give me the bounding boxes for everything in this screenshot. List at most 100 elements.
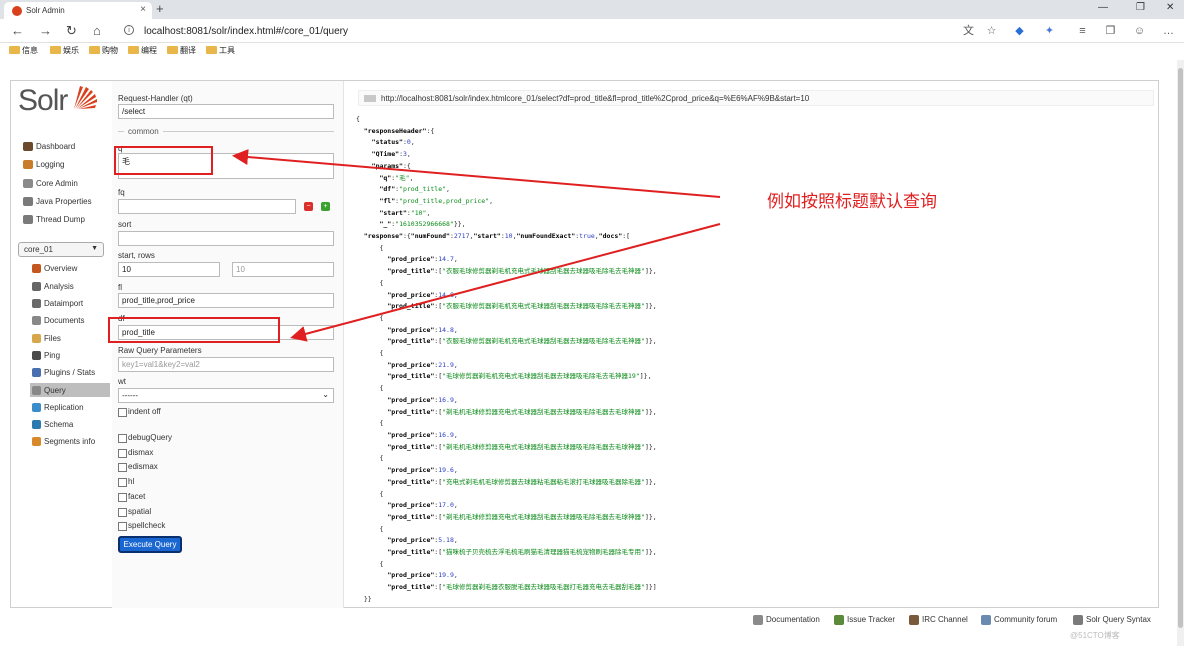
scrollbar-thumb[interactable]: [1178, 68, 1183, 628]
maximize-button[interactable]: ❐: [1136, 2, 1145, 13]
solr-favicon-icon: [12, 6, 22, 16]
bookmark-folder[interactable]: 编程: [128, 45, 157, 56]
hl-checkbox[interactable]: hl: [118, 477, 134, 487]
footer-link-solr-query-syntax[interactable]: Solr Query Syntax: [1073, 615, 1151, 625]
bookmark-folder[interactable]: 购物: [89, 45, 118, 56]
core-selector-value: core_01: [24, 245, 53, 254]
core-item-documents[interactable]: Documents: [30, 316, 110, 325]
execute-query-button[interactable]: Execute Query: [118, 536, 182, 553]
core-item-ping[interactable]: Ping: [30, 351, 110, 360]
page-scrollbar[interactable]: [1177, 60, 1184, 646]
core-item-label: Ping: [44, 351, 61, 360]
fl-input[interactable]: prod_title,prod_price: [118, 293, 334, 308]
footer-link-documentation[interactable]: Documentation: [753, 615, 820, 625]
reload-button[interactable]: ↻: [66, 23, 77, 39]
fq-label: fq: [118, 188, 125, 197]
indent-off-checkbox[interactable]: indent off: [118, 407, 161, 417]
folder-icon: [128, 46, 139, 54]
profile-icon[interactable]: ☺: [1133, 25, 1146, 38]
core-item-files[interactable]: Files: [30, 334, 110, 343]
sidebar-item-label: Java Properties: [36, 197, 92, 206]
extension-bird-icon[interactable]: ✦: [1043, 25, 1056, 38]
favorite-star-icon[interactable]: ☆: [985, 25, 998, 38]
core-item-query[interactable]: Query: [30, 383, 110, 397]
home-button[interactable]: ⌂: [93, 23, 101, 38]
java-icon: [23, 197, 33, 206]
ping-icon: [32, 351, 41, 360]
site-info-icon[interactable]: i: [124, 25, 134, 35]
core-item-overview[interactable]: Overview: [30, 264, 110, 273]
core-item-label: Documents: [44, 316, 85, 325]
sort-input[interactable]: [118, 231, 334, 246]
bookmarks-bar: 信息 娱乐 购物 编程 翻译 工具: [0, 43, 1184, 60]
dataimport-icon: [32, 299, 41, 308]
raw-query-input[interactable]: key1=val1&key2=val2: [118, 357, 334, 372]
facet-checkbox[interactable]: facet: [118, 492, 145, 502]
footer-link-label: Issue Tracker: [847, 615, 896, 624]
footer-link-label: IRC Channel: [922, 615, 968, 624]
wt-select[interactable]: ------ ⌄: [118, 388, 334, 403]
core-item-analysis[interactable]: Analysis: [30, 282, 110, 291]
core-item-dataimport[interactable]: Dataimport: [30, 299, 110, 308]
request-url-link[interactable]: http://localhost:8081/solr/index.htmlcor…: [358, 90, 1154, 106]
spellcheck-checkbox[interactable]: spellcheck: [118, 521, 165, 531]
dismax-checkbox[interactable]: dismax: [118, 448, 153, 458]
bookmark-folder[interactable]: 工具: [206, 45, 235, 56]
address-bar[interactable]: i localhost:8081/solr/index.html#/core_0…: [118, 22, 1008, 40]
files-icon: [32, 334, 41, 343]
spatial-checkbox[interactable]: spatial: [118, 507, 151, 517]
annotation-text: 例如按照标题默认查询: [767, 192, 937, 212]
footer-link-issue-tracker[interactable]: Issue Tracker: [834, 615, 896, 625]
request-handler-input[interactable]: /select: [118, 104, 334, 119]
more-menu-icon[interactable]: …: [1162, 25, 1175, 38]
folder-icon: [89, 46, 100, 54]
start-input[interactable]: 10: [118, 262, 220, 277]
caret-down-icon: ▼: [91, 245, 98, 252]
start-rows-label: start, rows: [118, 251, 155, 260]
core-item-replication[interactable]: Replication: [30, 403, 110, 412]
url-text[interactable]: localhost:8081/solr/index.html#/core_01/…: [144, 26, 348, 37]
footer-link-label: Documentation: [766, 615, 820, 624]
browser-tab[interactable]: Solr Admin ×: [4, 2, 152, 19]
core-item-segments-info[interactable]: Segments info: [30, 437, 110, 446]
collections-icon[interactable]: ❐: [1104, 25, 1117, 38]
core-item-schema[interactable]: Schema: [30, 420, 110, 429]
sidebar-item-java-properties[interactable]: Java Properties: [21, 197, 92, 206]
minimize-button[interactable]: —: [1098, 2, 1108, 13]
folder-icon: [9, 46, 20, 54]
syntax-icon: [1073, 615, 1083, 625]
back-button[interactable]: ←: [11, 23, 24, 38]
translate-icon[interactable]: 文: [962, 25, 975, 38]
new-tab-button[interactable]: +: [156, 1, 164, 16]
close-window-button[interactable]: ✕: [1166, 2, 1174, 13]
sidebar-item-core-admin[interactable]: Core Admin: [21, 179, 78, 188]
logo-text: Solr: [18, 84, 68, 117]
bookmark-folder[interactable]: 信息: [9, 45, 38, 56]
schema-icon: [32, 420, 41, 429]
bookmark-folder[interactable]: 翻译: [167, 45, 196, 56]
sidebar-item-label: Thread Dump: [36, 215, 85, 224]
core-item-plugins-stats[interactable]: Plugins / Stats: [30, 368, 110, 377]
sidebar-item-logging[interactable]: Logging: [21, 160, 64, 169]
extension-shield-icon[interactable]: ◆: [1013, 25, 1026, 38]
rows-input[interactable]: 10: [232, 262, 334, 277]
sidebar-item-dashboard[interactable]: Dashboard: [21, 142, 75, 151]
favorites-list-icon[interactable]: ≡: [1076, 25, 1089, 38]
footer-link-label: Solr Query Syntax: [1086, 615, 1151, 624]
raw-query-label: Raw Query Parameters: [118, 346, 202, 355]
sidebar-item-thread-dump[interactable]: Thread Dump: [21, 215, 85, 224]
remove-fq-icon[interactable]: −: [304, 202, 313, 211]
fq-input[interactable]: [118, 199, 296, 214]
add-fq-icon[interactable]: +: [321, 202, 330, 211]
tab-close-icon[interactable]: ×: [140, 4, 146, 15]
edismax-checkbox[interactable]: edismax: [118, 462, 158, 472]
forward-button[interactable]: →: [39, 23, 52, 38]
footer-link-community-forum[interactable]: Community forum: [981, 615, 1057, 625]
bug-icon: [834, 615, 844, 625]
bookmark-folder[interactable]: 娱乐: [50, 45, 79, 56]
debugquery-checkbox[interactable]: debugQuery: [118, 433, 172, 443]
footer-link-irc-channel[interactable]: IRC Channel: [909, 615, 968, 625]
core-selector[interactable]: core_01 ▼: [18, 242, 104, 257]
solr-logo[interactable]: Solr: [18, 84, 97, 118]
request-url-text[interactable]: http://localhost:8081/solr/index.htmlcor…: [381, 94, 809, 103]
